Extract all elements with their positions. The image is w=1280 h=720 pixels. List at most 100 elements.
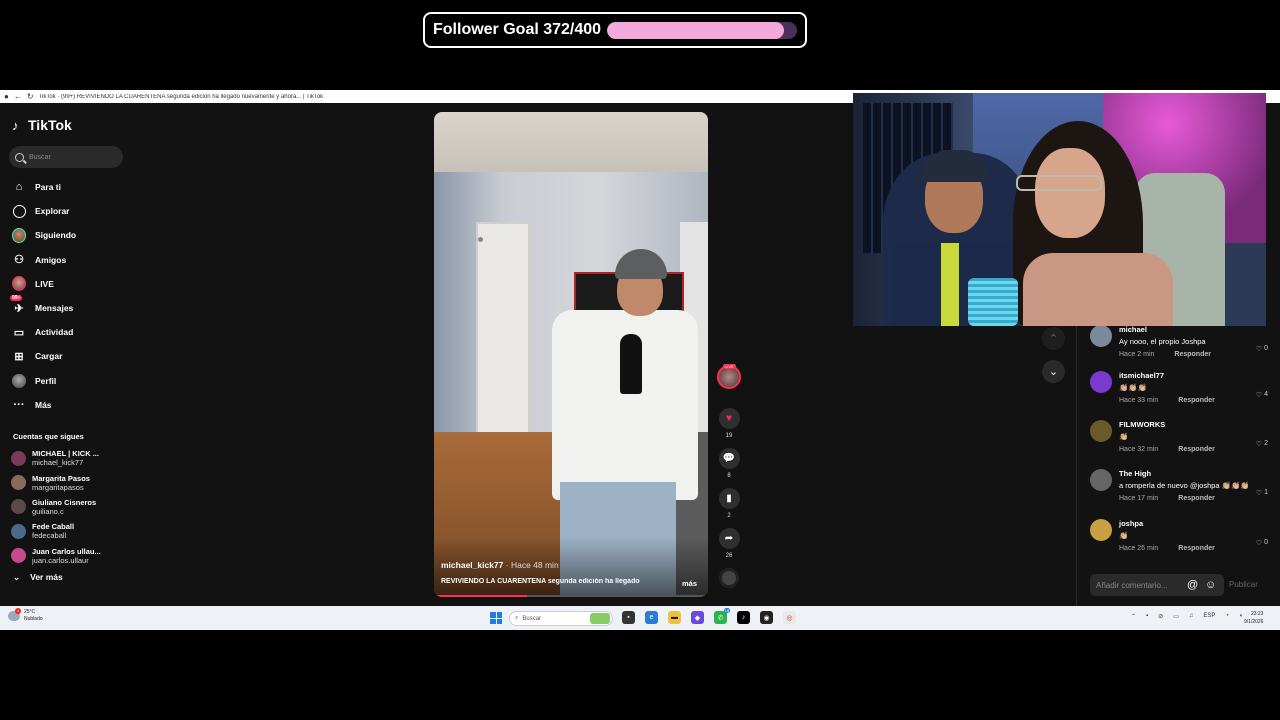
comment-input[interactable]: Añadir comentario... @ ☺ <box>1090 574 1224 596</box>
sidebar-item-label: Para ti <box>35 182 61 193</box>
comment-like-button[interactable]: ♡ 0 <box>1256 539 1268 547</box>
share-count: 26 <box>725 553 733 559</box>
back-arrow-icon[interactable]: ← <box>14 92 22 101</box>
sidebar-search[interactable]: Buscar <box>9 146 123 168</box>
music-disc-icon[interactable] <box>719 568 739 588</box>
video-progress-bar[interactable] <box>434 595 708 597</box>
sidebar-item-live[interactable]: LIVE <box>12 272 127 296</box>
video-frame-doorknob <box>478 237 483 242</box>
weather-widget[interactable]: 4 25°C Nublado <box>8 608 43 623</box>
copilot-icon[interactable]: ◆ <box>691 611 704 624</box>
sidebar-item-label: Cargar <box>35 351 63 362</box>
sidebar-item-actividad[interactable]: ▭ Actividad <box>12 320 127 344</box>
tiktok-icon[interactable]: ♪ <box>737 611 750 624</box>
tray-app-icon[interactable]: ▪ <box>1146 613 1148 620</box>
webcam-overlay <box>853 93 1266 326</box>
tray-mic-icon[interactable]: ♫ <box>1189 613 1194 620</box>
video-player[interactable]: michael_kick77 · Hace 48 min REVIVIENDO … <box>434 112 708 597</box>
avatar[interactable] <box>1090 519 1112 541</box>
tray-wifi-icon[interactable]: ◔ <box>1225 613 1229 620</box>
search-input[interactable]: Buscar <box>29 154 51 161</box>
comment-like-button[interactable]: ♡ 2 <box>1256 440 1268 448</box>
comment-like-button[interactable]: ♡ 0 <box>1256 345 1268 353</box>
tiktok-logo[interactable]: ♪ TikTok <box>12 117 72 133</box>
next-video-button[interactable]: ⌄ <box>1042 360 1065 383</box>
sidebar-item-perfil[interactable]: Perfil <box>12 369 127 393</box>
reply-button[interactable]: Responder <box>1178 446 1215 453</box>
discord-icon[interactable]: ◉ <box>760 611 773 624</box>
avatar <box>11 450 26 466</box>
sidebar-item-siguiendo[interactable]: Siguiendo <box>12 223 127 247</box>
reload-icon[interactable]: ↻ <box>27 92 34 101</box>
avatar[interactable] <box>1090 325 1112 347</box>
following-item[interactable]: Giuliano Cisneros guiliano.c <box>11 495 129 519</box>
sidebar-item-amigos[interactable]: ⚇ Amigos <box>12 248 127 272</box>
task-view-icon[interactable]: ▪ <box>622 611 635 624</box>
activity-icon: ▭ <box>13 326 25 339</box>
sidebar-item-mensajes[interactable]: ✈ 99+ Mensajes <box>10 295 127 320</box>
chrome-icon[interactable]: ◎ <box>783 611 796 624</box>
taskbar-search[interactable]: ⌕ Buscar <box>509 611 613 626</box>
language-indicator[interactable]: ESP <box>1203 613 1215 620</box>
see-more-button[interactable]: ⌄ Ver más <box>13 572 63 583</box>
like-button[interactable]: ♥ <box>718 408 740 429</box>
edge-icon[interactable]: e <box>645 611 658 624</box>
comment-button[interactable]: 💬 <box>718 448 740 469</box>
save-button[interactable]: ▮ <box>718 488 740 509</box>
following-item[interactable]: Margarita Pasos margaritapasos <box>11 470 129 494</box>
sidebar-item-label: Mensajes <box>35 303 74 314</box>
following-item[interactable]: Fede Caball fedecaball <box>11 519 129 543</box>
following-name: MICHAEL | KICK ... <box>32 449 99 459</box>
previous-video-button[interactable]: ⌃ <box>1042 327 1065 350</box>
video-author[interactable]: michael_kick77 · Hace 48 min <box>441 560 559 570</box>
reply-button[interactable]: Responder <box>1174 351 1211 358</box>
taskbar-clock[interactable]: 23:23 9/1/2026 <box>1244 610 1263 626</box>
avatar[interactable] <box>1090 469 1112 491</box>
video-more-link[interactable]: más <box>682 579 697 588</box>
comment-meta: Hace 2 min Responder <box>1119 351 1269 358</box>
publish-button[interactable]: Publicar <box>1229 580 1258 589</box>
whatsapp-icon[interactable]: ✆ 18 <box>714 608 730 624</box>
comment-meta: Hace 26 min Responder <box>1119 545 1269 552</box>
tray-meet-icon[interactable]: ⊘ <box>1158 613 1163 620</box>
comment-author[interactable]: FILMWORKS <box>1119 420 1269 429</box>
sidebar-item-para-ti[interactable]: ⌂ Para ti <box>12 175 127 199</box>
tray-network-icon[interactable]: ▭ <box>1173 613 1179 620</box>
comment-meta: Hace 33 min Responder <box>1119 397 1269 404</box>
comment-body: itsmichael77 👏🏼👏🏼👏🏼 Hace 33 min Responder <box>1119 371 1269 404</box>
share-button[interactable]: ➦ <box>718 528 740 549</box>
emoji-icon[interactable]: ☺ <box>1205 579 1216 591</box>
sidebar-item-explorar[interactable]: Explorar <box>12 199 127 223</box>
mention-icon[interactable]: @ <box>1187 579 1198 591</box>
comment-time: Hace 26 min <box>1119 545 1159 552</box>
windows-taskbar: 4 25°C Nublado ⌕ Buscar ▪ e ▬ ◆ ✆ 18 ♪ ◉ ◎… <box>0 606 1280 630</box>
tray-expand-icon[interactable]: ⌃ <box>1131 613 1136 620</box>
see-more-label: Ver más <box>30 572 63 582</box>
following-item[interactable]: Juan Carlos ullau... juan.carlos.ullaur <box>11 544 129 568</box>
reply-button[interactable]: Responder <box>1178 495 1215 502</box>
chevron-up-icon: ⌃ <box>1048 333 1059 345</box>
sidebar-item-cargar[interactable]: ⊞ Cargar <box>12 344 127 368</box>
comment-author[interactable]: michael <box>1119 325 1269 334</box>
tray-volume-icon[interactable]: ◖ <box>1239 613 1243 620</box>
following-avatar-icon <box>12 227 26 243</box>
file-explorer-icon[interactable]: ▬ <box>668 611 681 624</box>
comment-author[interactable]: joshpa <box>1119 519 1269 528</box>
comment-body: michael Ay nooo, el propio Joshpa Hace 2 m… <box>1119 325 1269 358</box>
video-author-name[interactable]: michael_kick77 <box>441 560 503 570</box>
avatar[interactable] <box>1090 371 1112 393</box>
comment-author[interactable]: The High <box>1119 469 1269 478</box>
reply-button[interactable]: Responder <box>1178 397 1215 404</box>
sidebar-item-mas[interactable]: ··· Más <box>12 393 127 417</box>
following-item[interactable]: MICHAEL | KICK ... michael_kick77 <box>11 446 129 470</box>
avatar <box>11 499 26 515</box>
comment-like-count: 0 <box>1264 345 1268 352</box>
comment-like-button[interactable]: ♡ 4 <box>1256 391 1268 399</box>
comment-like-button[interactable]: ♡ 1 <box>1256 489 1268 497</box>
creator-live-avatar[interactable]: LIVE <box>717 364 741 389</box>
comment-author[interactable]: itsmichael77 <box>1119 371 1269 380</box>
comment-like-count: 4 <box>1264 391 1268 398</box>
start-button[interactable] <box>490 612 502 624</box>
reply-button[interactable]: Responder <box>1178 545 1215 552</box>
avatar[interactable] <box>1090 420 1112 442</box>
